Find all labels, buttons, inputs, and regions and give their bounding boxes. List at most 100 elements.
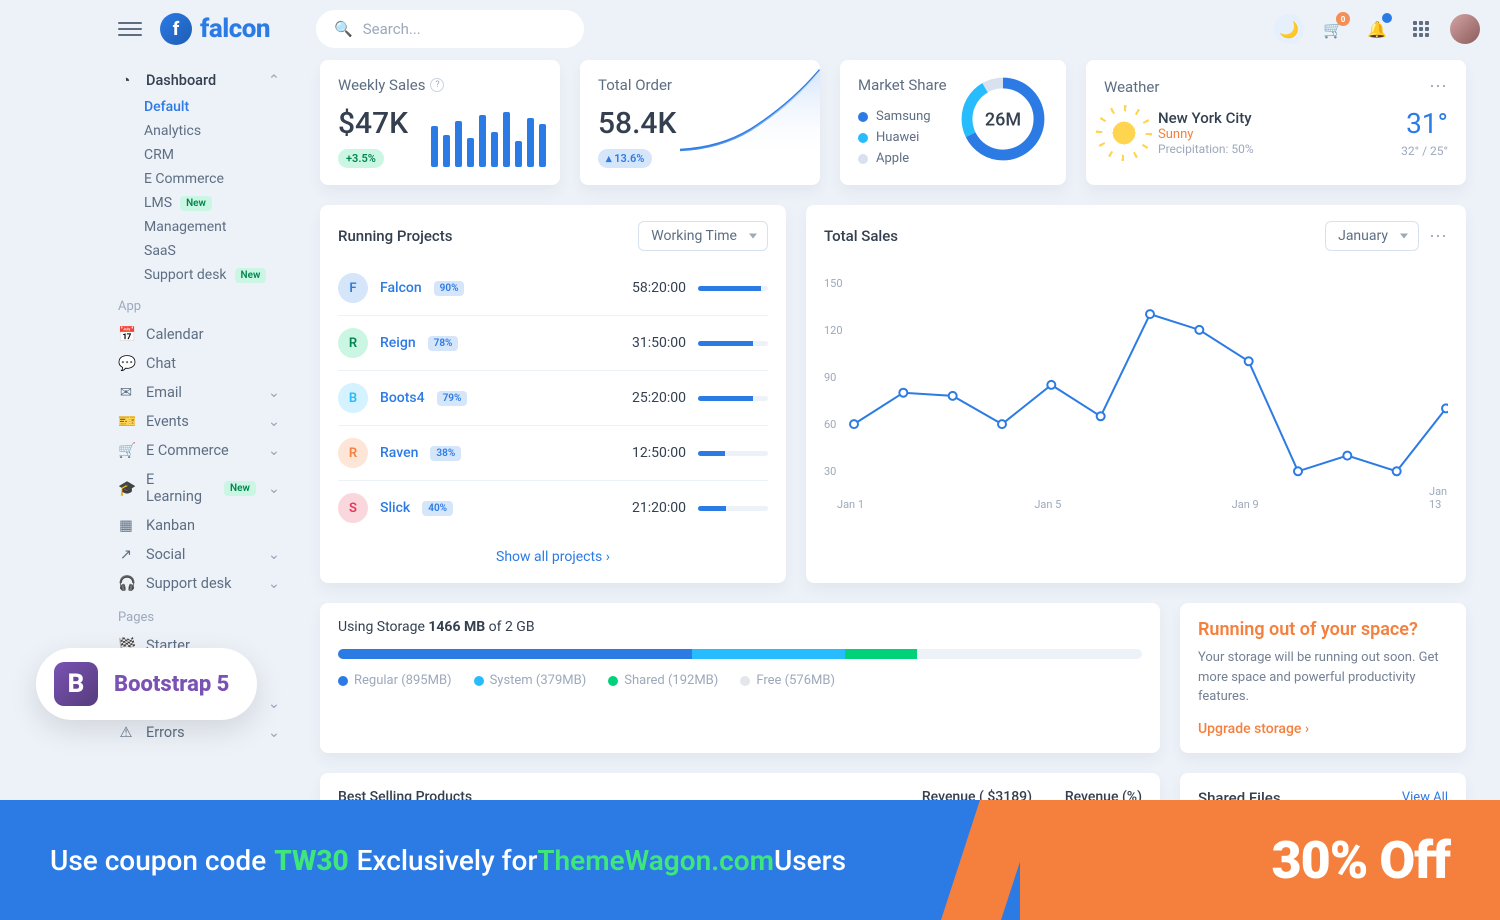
card-upgrade-storage: Running out of your space? Your storage … bbox=[1180, 603, 1466, 753]
project-avatar: S bbox=[338, 493, 368, 523]
project-progress-bar bbox=[698, 451, 768, 456]
banner-text: Use coupon code bbox=[50, 844, 266, 877]
hamburger-icon[interactable] bbox=[118, 17, 142, 41]
sidebar-sub-item[interactable]: CRM bbox=[118, 143, 280, 167]
chevron-down-icon: ⌄ bbox=[268, 695, 280, 712]
sidebar-item[interactable]: ▦Kanban bbox=[118, 511, 280, 540]
sidebar-sub-item[interactable]: Analytics bbox=[118, 119, 280, 143]
sidebar-item[interactable]: ✉Email⌄ bbox=[118, 378, 280, 407]
project-name: Raven bbox=[380, 445, 418, 461]
sidebar-item[interactable]: ↗Social⌄ bbox=[118, 540, 280, 569]
discount-amount: 30% Off bbox=[1272, 830, 1450, 891]
weather-temp: 31° bbox=[1401, 107, 1448, 140]
weather-range: 32° / 25° bbox=[1401, 144, 1448, 158]
theme-toggle-icon[interactable]: 🌙 bbox=[1274, 14, 1304, 44]
card-market-share: Market Share SamsungHuaweiApple 26M bbox=[840, 60, 1066, 185]
sidebar-sub-item[interactable]: E Commerce bbox=[118, 167, 280, 191]
chevron-down-icon: ⌄ bbox=[268, 724, 280, 741]
sidebar-item[interactable]: ⚠Errors⌄ bbox=[118, 718, 280, 747]
show-all-projects-link[interactable]: Show all projects › bbox=[338, 535, 768, 567]
pie-chart-icon: ◔ bbox=[118, 72, 134, 89]
notification-dot bbox=[1382, 13, 1392, 23]
banner-text: Exclusively for bbox=[357, 844, 538, 877]
card-title: Running Projects bbox=[338, 227, 452, 245]
coupon-code: TW30 bbox=[274, 844, 348, 877]
weather-condition: Sunny bbox=[1158, 127, 1254, 142]
weather-city: New York City bbox=[1158, 109, 1254, 127]
sidebar-sub-item[interactable]: Management bbox=[118, 215, 280, 239]
sidebar-item[interactable]: 🎓E LearningNew⌄ bbox=[118, 465, 280, 511]
upgrade-title: Running out of your space? bbox=[1198, 619, 1448, 640]
storage-usage-text: Using Storage 1466 MB of 2 GB bbox=[338, 619, 1142, 635]
card-weekly-sales: Weekly Sales ? $47K +3.5% bbox=[320, 60, 560, 185]
project-avatar: B bbox=[338, 383, 368, 413]
card-storage: Using Storage 1466 MB of 2 GB Regular (8… bbox=[320, 603, 1160, 753]
project-time: 31:50:00 bbox=[632, 335, 686, 351]
sidebar-item[interactable]: 🎧Support desk⌄ bbox=[118, 569, 280, 598]
project-progress-bar bbox=[698, 286, 768, 291]
sidebar-sub-item[interactable]: SaaS bbox=[118, 239, 280, 263]
project-row[interactable]: R Raven 38% 12:50:00 bbox=[338, 425, 768, 480]
upgrade-storage-link[interactable]: Upgrade storage › bbox=[1198, 721, 1448, 737]
sidebar-label: Dashboard bbox=[146, 72, 216, 89]
brand-logo[interactable]: f falcon bbox=[160, 13, 270, 45]
sidebar-item[interactable]: 🎫Events⌄ bbox=[118, 407, 280, 436]
project-row[interactable]: F Falcon 90% 58:20:00 bbox=[338, 261, 768, 315]
notifications-icon[interactable]: 🔔 bbox=[1362, 14, 1392, 44]
project-progress-bar bbox=[698, 506, 768, 511]
search-icon: 🔍 bbox=[334, 20, 353, 38]
project-time: 12:50:00 bbox=[632, 445, 686, 461]
project-percent-badge: 38% bbox=[430, 446, 461, 461]
kpi-label: Weekly Sales bbox=[338, 76, 425, 94]
chevron-right-icon: › bbox=[1305, 721, 1309, 737]
sales-line-chart: 306090120150Jan 1Jan 5Jan 9Jan 13Jan 17J… bbox=[824, 261, 1448, 511]
project-row[interactable]: R Reign 78% 31:50:00 bbox=[338, 315, 768, 370]
search-placeholder: Search... bbox=[363, 20, 421, 38]
sidebar-item[interactable]: 🛒E Commerce⌄ bbox=[118, 436, 280, 465]
sidebar-item-dashboard[interactable]: ◔ Dashboard ⌃ bbox=[118, 66, 280, 95]
project-percent-badge: 90% bbox=[434, 281, 465, 296]
project-time: 58:20:00 bbox=[632, 280, 686, 296]
card-title: Total Sales bbox=[824, 227, 898, 245]
more-icon[interactable]: ⋯ bbox=[1429, 76, 1448, 97]
sparkline-curve bbox=[680, 60, 820, 160]
svg-text:26M: 26M bbox=[985, 109, 1021, 130]
sidebar-icon: ↗ bbox=[118, 546, 134, 563]
chevron-right-icon: › bbox=[606, 549, 610, 565]
search-input[interactable]: 🔍 Search... bbox=[316, 10, 584, 48]
sidebar-item[interactable]: 📅Calendar bbox=[118, 320, 280, 349]
user-avatar[interactable] bbox=[1450, 14, 1480, 44]
sun-icon bbox=[1104, 113, 1144, 153]
cart-icon[interactable]: 🛒0 bbox=[1318, 14, 1348, 44]
chevron-down-icon: ⌄ bbox=[268, 384, 280, 401]
bootstrap-badge[interactable]: B Bootstrap 5 bbox=[36, 648, 257, 720]
chevron-down-icon: ⌄ bbox=[268, 413, 280, 430]
chevron-down-icon: ⌄ bbox=[268, 546, 280, 563]
project-name: Falcon bbox=[380, 280, 422, 296]
project-name: Reign bbox=[380, 335, 416, 351]
kpi-delta-badge: +3.5% bbox=[338, 149, 384, 168]
legend-item: Shared (192MB) bbox=[608, 673, 718, 688]
sidebar-item[interactable]: 💬Chat bbox=[118, 349, 280, 378]
sidebar-icon: 🎧 bbox=[118, 575, 134, 592]
themewagon-link[interactable]: ThemeWagon.com bbox=[537, 844, 774, 877]
project-row[interactable]: S Slick 40% 21:20:00 bbox=[338, 480, 768, 535]
sales-month-select[interactable]: January bbox=[1325, 221, 1419, 251]
apps-grid-icon[interactable] bbox=[1406, 14, 1436, 44]
project-name: Boots4 bbox=[380, 390, 425, 406]
weather-precipitation: Precipitation: 50% bbox=[1158, 142, 1254, 156]
banner-text: Users bbox=[774, 844, 846, 877]
more-icon[interactable]: ⋯ bbox=[1429, 226, 1448, 247]
help-icon[interactable]: ? bbox=[430, 78, 444, 92]
sidebar-sub-item[interactable]: Default bbox=[118, 95, 280, 119]
project-row[interactable]: B Boots4 79% 25:20:00 bbox=[338, 370, 768, 425]
projects-filter-select[interactable]: Working Time bbox=[638, 221, 768, 251]
card-weather: Weather ⋯ New York City Sunny Precipitat… bbox=[1086, 60, 1466, 185]
cart-badge: 0 bbox=[1336, 12, 1350, 26]
sidebar-sub-item[interactable]: LMSNew bbox=[118, 191, 280, 215]
chevron-up-icon: ⌃ bbox=[268, 72, 280, 89]
project-percent-badge: 79% bbox=[437, 391, 468, 406]
sidebar-icon: ⚠ bbox=[118, 724, 134, 741]
project-name: Slick bbox=[380, 500, 410, 516]
sidebar-sub-item[interactable]: Support deskNew bbox=[118, 263, 280, 287]
